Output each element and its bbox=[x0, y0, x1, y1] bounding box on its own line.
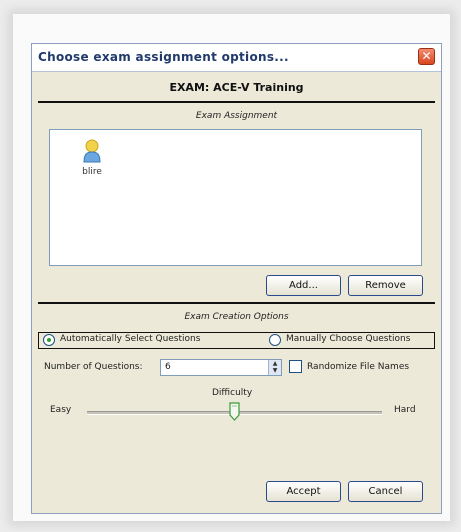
number-of-questions-value: 6 bbox=[165, 362, 171, 372]
selection-mode-group: Automatically Select Questions Manually … bbox=[38, 332, 435, 349]
radio-button[interactable] bbox=[269, 334, 281, 346]
difficulty-min-label: Easy bbox=[50, 405, 72, 415]
title-bar: Choose exam assignment options... ✕ bbox=[32, 44, 441, 72]
close-icon: ✕ bbox=[421, 49, 432, 63]
number-of-questions-input[interactable]: 6 ▲ ▼ bbox=[160, 359, 282, 376]
add-button[interactable]: Add... bbox=[266, 275, 341, 296]
radio-manual-choose[interactable]: Manually Choose Questions bbox=[269, 334, 434, 348]
close-button[interactable]: ✕ bbox=[418, 48, 435, 65]
number-of-questions-label: Number of Questions: bbox=[44, 362, 143, 372]
window-title: Choose exam assignment options... bbox=[38, 50, 289, 64]
radio-manual-choose-label: Manually Choose Questions bbox=[286, 334, 411, 344]
remove-button[interactable]: Remove bbox=[348, 275, 423, 296]
list-item[interactable]: blire bbox=[72, 139, 112, 177]
user-icon bbox=[83, 139, 101, 163]
randomize-file-names-checkbox[interactable] bbox=[289, 360, 302, 373]
spinner-buttons[interactable]: ▲ ▼ bbox=[268, 360, 281, 375]
exam-title: EXAM: ACE-V Training bbox=[169, 81, 304, 94]
radio-auto-select[interactable]: Automatically Select Questions bbox=[43, 334, 243, 348]
difficulty-slider-thumb[interactable] bbox=[229, 402, 240, 421]
radio-button-selected[interactable] bbox=[43, 334, 55, 346]
randomize-file-names-label: Randomize File Names bbox=[307, 362, 410, 372]
difficulty-label: Difficulty bbox=[212, 388, 253, 398]
user-name: blire bbox=[82, 167, 102, 177]
cancel-button[interactable]: Cancel bbox=[348, 481, 423, 502]
divider-top bbox=[38, 101, 435, 103]
exam-assignment-dialog: Choose exam assignment options... ✕ EXAM… bbox=[31, 43, 442, 514]
assigned-users-list[interactable]: blire bbox=[49, 129, 422, 266]
radio-auto-select-label: Automatically Select Questions bbox=[60, 334, 201, 344]
accept-button[interactable]: Accept bbox=[266, 481, 341, 502]
exam-creation-options-label: Exam Creation Options bbox=[184, 312, 289, 322]
difficulty-max-label: Hard bbox=[394, 405, 416, 415]
exam-assignment-label: Exam Assignment bbox=[195, 111, 278, 121]
divider-middle bbox=[38, 302, 435, 304]
